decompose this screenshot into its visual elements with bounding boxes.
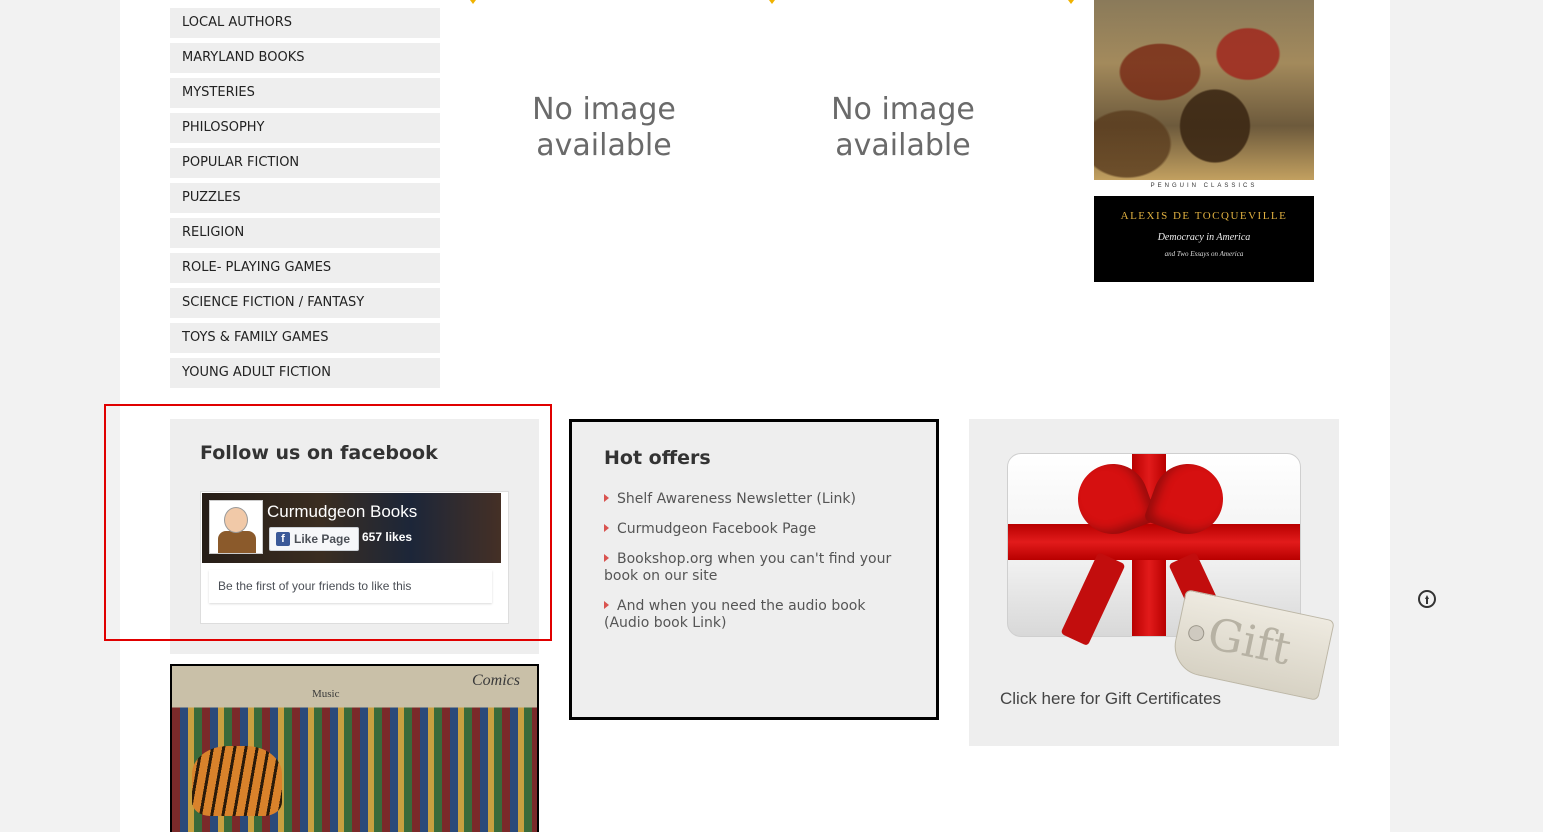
category-item-puzzles[interactable]: PUZZLES [170, 183, 440, 213]
gift-certificates-link[interactable]: Click here for Gift Certificates [1000, 689, 1221, 709]
facebook-like-page-button[interactable]: f Like Page [269, 527, 360, 551]
category-item-local-authors[interactable]: LOCAL AUTHORS [170, 8, 440, 38]
category-item-religion[interactable]: RELIGION [170, 218, 440, 248]
placeholder-text: No image [532, 92, 676, 127]
gift-tag-text: Gift [1203, 608, 1296, 676]
offer-link-shelf-awareness[interactable]: Shelf Awareness Newsletter (Link) [604, 491, 909, 508]
avatar-face [224, 507, 248, 533]
facebook-page-name[interactable]: Curmudgeon Books [267, 502, 417, 522]
placeholder-text: available [835, 128, 971, 163]
caret-right-icon [604, 524, 609, 532]
rating-star-icon [470, 0, 476, 4]
publisher-label: PENGUIN CLASSICS [1150, 183, 1258, 189]
gift-card-image[interactable]: Gift [1007, 453, 1335, 701]
category-item-toys-family-games[interactable]: TOYS & FAMILY GAMES [170, 323, 440, 353]
avatar-body [218, 531, 256, 553]
hot-offers-list: Shelf Awareness Newsletter (Link) Curmud… [604, 491, 909, 645]
caret-right-icon [604, 554, 609, 562]
book-cover-democracy-in-america[interactable]: PENGUIN CLASSICS ALEXIS DE TOCQUEVILLE D… [1094, 0, 1314, 282]
facebook-likes-count: 657 likes [362, 530, 413, 544]
facebook-page-avatar[interactable] [209, 500, 263, 554]
offer-label: And when you need the audio book (Audio … [604, 598, 866, 631]
ribbon-horizontal [1008, 524, 1300, 560]
category-item-young-adult-fiction[interactable]: YOUNG ADULT FICTION [170, 358, 440, 388]
product-image-placeholder[interactable]: No image available [753, 92, 1053, 164]
caret-right-icon [604, 494, 609, 502]
facebook-widget: Follow us on facebook Curmudgeon Books f… [170, 419, 539, 654]
facebook-page-plugin: Curmudgeon Books f Like Page 657 likes B… [200, 491, 509, 624]
offer-link-facebook-page[interactable]: Curmudgeon Facebook Page [604, 521, 909, 538]
offer-link-audio-book[interactable]: And when you need the audio book (Audio … [604, 598, 909, 632]
tag-hole [1186, 623, 1206, 643]
bow-tail-left [1060, 551, 1126, 647]
category-item-popular-fiction[interactable]: POPULAR FICTION [170, 148, 440, 178]
placeholder-text: available [536, 128, 672, 163]
page-content: LOCAL AUTHORS MARYLAND BOOKS MYSTERIES P… [120, 0, 1390, 832]
offer-label: Bookshop.org when you can't find your bo… [604, 551, 892, 584]
gift-certificate-widget: Gift Click here for Gift Certificates [969, 419, 1339, 746]
hot-offers-widget: Hot offers Shelf Awareness Newsletter (L… [569, 419, 939, 720]
facebook-widget-title: Follow us on facebook [200, 442, 438, 464]
category-item-philosophy[interactable]: PHILOSOPHY [170, 113, 440, 143]
offer-label: Shelf Awareness Newsletter (Link) [617, 491, 856, 507]
facebook-friends-text: Be the first of your friends to like thi… [209, 570, 492, 603]
category-item-science-fiction-fantasy[interactable]: SCIENCE FICTION / FANTASY [170, 288, 440, 318]
book-author: ALEXIS DE TOCQUEVILLE [1120, 210, 1288, 222]
book-subtitle: and Two Essays on America [1164, 250, 1244, 258]
rating-star-icon [769, 0, 775, 4]
category-list: LOCAL AUTHORS MARYLAND BOOKS MYSTERIES P… [170, 0, 440, 393]
facebook-f-icon: f [276, 532, 290, 546]
caret-right-icon [604, 601, 609, 609]
category-item-role-playing-games[interactable]: ROLE- PLAYING GAMES [170, 253, 440, 283]
category-item-mysteries[interactable]: MYSTERIES [170, 78, 440, 108]
hot-offers-title: Hot offers [604, 447, 711, 469]
arrow-up-circle-icon[interactable] [1418, 590, 1436, 608]
rating-star-icon [1068, 0, 1074, 4]
book-title: Democracy in America [1157, 232, 1251, 243]
tiger-plush-image [192, 746, 282, 816]
gift-tag: Gift [1169, 589, 1335, 701]
comics-sign: Comics [472, 672, 520, 689]
offer-label: Curmudgeon Facebook Page [617, 521, 817, 537]
cover-painting [1094, 0, 1314, 180]
offer-link-bookshop[interactable]: Bookshop.org when you can't find your bo… [604, 551, 909, 585]
music-sign: Music [312, 688, 340, 700]
placeholder-text: No image [831, 92, 975, 127]
category-item-maryland-books[interactable]: MARYLAND BOOKS [170, 43, 440, 73]
like-page-label: Like Page [294, 532, 351, 546]
product-image-placeholder[interactable]: No image available [454, 92, 754, 164]
store-photo: Comics Music [170, 664, 539, 832]
